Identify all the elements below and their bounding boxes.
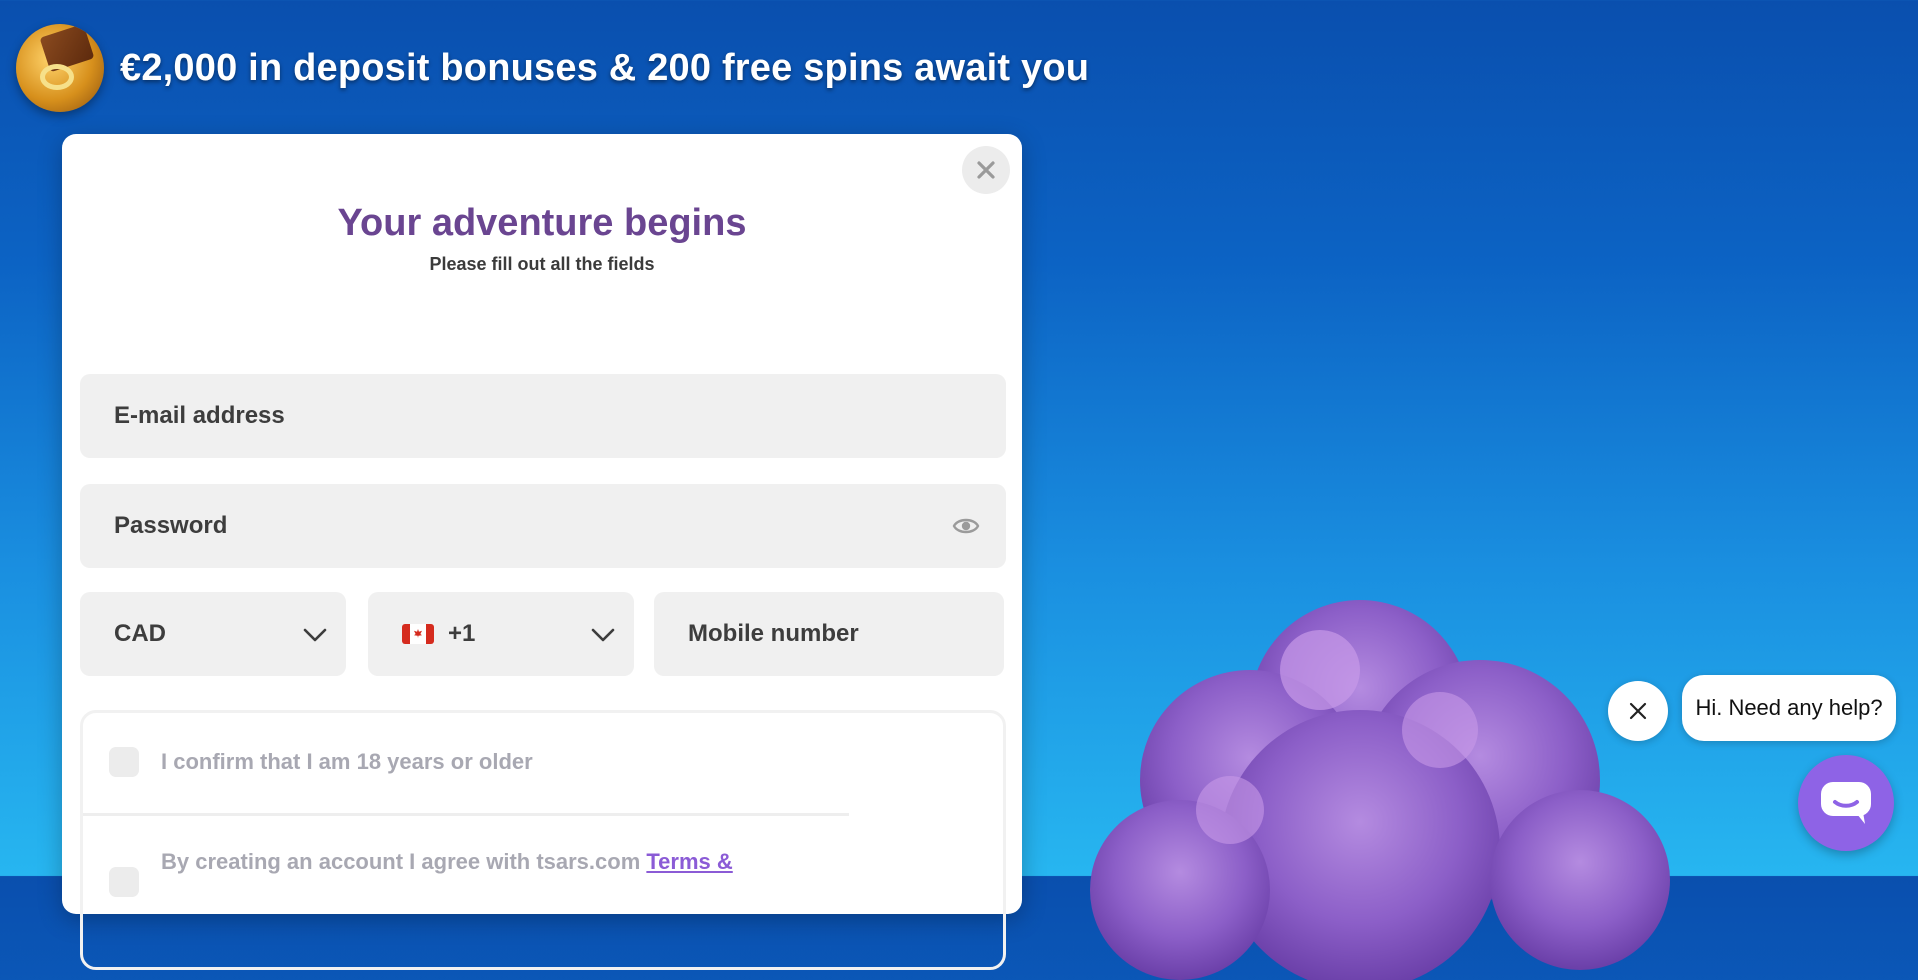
signup-modal: Your adventure begins Please fill out al… bbox=[62, 134, 1022, 970]
close-icon bbox=[977, 161, 995, 179]
consent-box: I confirm that I am 18 years or older By… bbox=[80, 710, 1006, 970]
promo-banner: €2,000 in deposit bonuses & 200 free spi… bbox=[16, 18, 1089, 118]
chat-icon bbox=[1821, 782, 1871, 824]
chat-greeting-text: Hi. Need any help? bbox=[1695, 695, 1883, 720]
email-field[interactable]: E-mail address bbox=[80, 374, 1006, 458]
phone-code-value: +1 bbox=[448, 620, 476, 647]
email-placeholder: E-mail address bbox=[114, 402, 285, 429]
age-confirm-label: I confirm that I am 18 years or older bbox=[161, 749, 533, 774]
terms-text: By creating an account I agree with tsar… bbox=[161, 849, 733, 875]
chat-launcher-button[interactable] bbox=[1798, 755, 1894, 851]
coin-book-icon bbox=[16, 24, 104, 112]
mobile-placeholder: Mobile number bbox=[688, 620, 859, 647]
chat-greeting-bubble[interactable]: Hi. Need any help? bbox=[1682, 675, 1896, 741]
close-button[interactable] bbox=[962, 146, 1010, 194]
chevron-down-icon bbox=[303, 628, 327, 642]
modal-title: Your adventure begins bbox=[337, 202, 747, 244]
chat-dismiss-button[interactable] bbox=[1608, 681, 1668, 741]
divider bbox=[83, 813, 849, 816]
currency-value: CAD bbox=[114, 620, 166, 647]
phone-code-select[interactable]: +1 bbox=[368, 592, 634, 676]
blossom-tree-illustration bbox=[1090, 600, 1670, 980]
chevron-down-icon bbox=[591, 628, 615, 642]
password-field[interactable]: Password bbox=[80, 484, 1006, 568]
age-confirm-checkbox[interactable] bbox=[109, 747, 139, 777]
password-placeholder: Password bbox=[114, 512, 228, 539]
terms-text-prefix: By creating an account I agree with tsar… bbox=[161, 849, 647, 874]
promo-banner-text: €2,000 in deposit bonuses & 200 free spi… bbox=[120, 46, 1090, 89]
canada-flag-icon bbox=[402, 624, 434, 644]
age-confirm-row[interactable]: I confirm that I am 18 years or older bbox=[109, 747, 533, 777]
eye-icon[interactable] bbox=[952, 512, 980, 540]
modal-subtitle: Please fill out all the fields bbox=[429, 254, 655, 274]
terms-link[interactable]: Terms & bbox=[646, 849, 732, 874]
mobile-number-field[interactable]: Mobile number bbox=[654, 592, 1004, 676]
currency-select[interactable]: CAD bbox=[80, 592, 346, 676]
close-icon bbox=[1629, 702, 1647, 720]
terms-checkbox[interactable] bbox=[109, 867, 139, 897]
terms-row[interactable]: By creating an account I agree with tsar… bbox=[109, 849, 733, 897]
